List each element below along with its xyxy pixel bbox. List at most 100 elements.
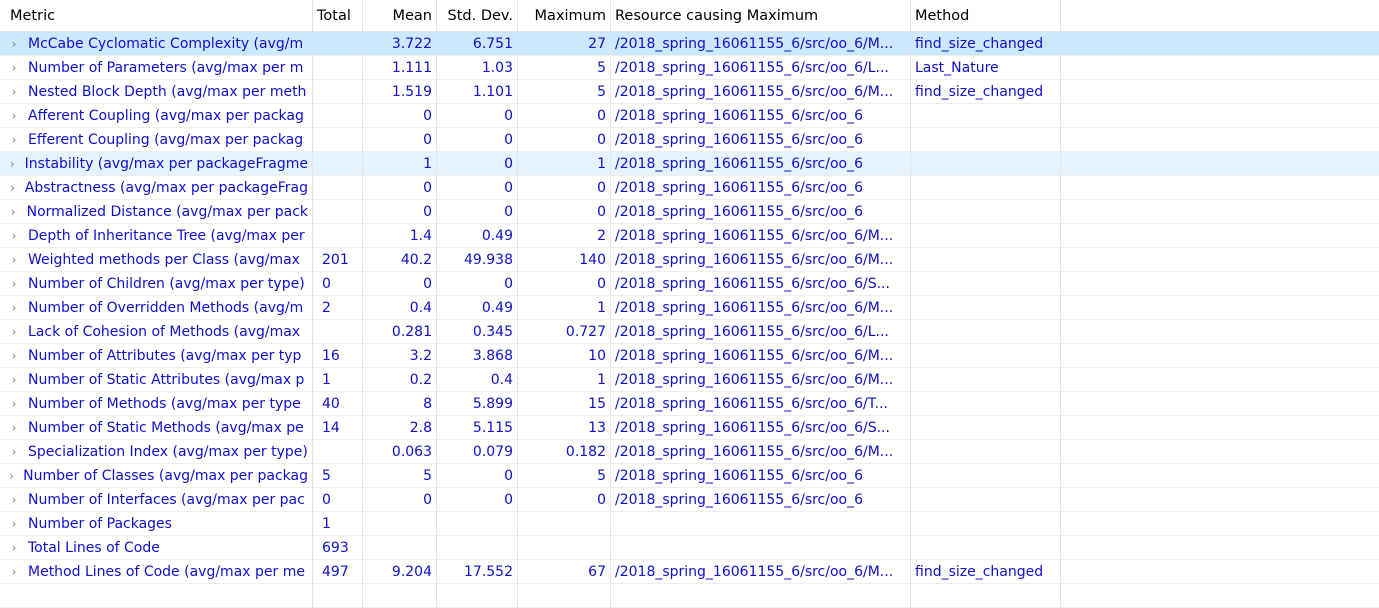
metric-cell[interactable]: › Abstractness (avg/max per packageFrag (0, 176, 313, 199)
chevron-right-icon[interactable]: › (8, 157, 17, 171)
table-row[interactable]: › Instability (avg/max per packageFragme 1… (0, 152, 1379, 176)
metric-cell[interactable]: › Normalized Distance (avg/max per pack (0, 200, 313, 223)
metric-cell[interactable]: › Number of Classes (avg/max per packag (0, 464, 313, 487)
column-header-metric[interactable]: Metric (0, 0, 313, 31)
table-row[interactable]: › Abstractness (avg/max per packageFrag 0 0… (0, 176, 1379, 200)
resource-cell: /2018_spring_16061155_6/src/oo_6 (611, 104, 911, 127)
chevron-right-icon[interactable]: › (8, 301, 20, 315)
column-header-total[interactable]: Total (313, 0, 363, 31)
metric-cell[interactable]: › Number of Packages (0, 512, 313, 535)
metric-cell[interactable]: › Number of Methods (avg/max per type (0, 392, 313, 415)
table-row[interactable]: › McCabe Cyclomatic Complexity (avg/m 3.72… (0, 32, 1379, 56)
total-cell: 497 (313, 560, 363, 583)
table-row[interactable]: › Specialization Index (avg/max per type)… (0, 440, 1379, 464)
metric-cell[interactable]: › Number of Attributes (avg/max per typ (0, 344, 313, 367)
chevron-right-icon[interactable]: › (8, 373, 20, 387)
chevron-right-icon[interactable]: › (8, 349, 20, 363)
column-header-maximum[interactable]: Maximum (518, 0, 611, 31)
column-header-std-dev[interactable]: Std. Dev. (437, 0, 518, 31)
table-row[interactable]: › Number of Interfaces (avg/max per pac 0 0… (0, 488, 1379, 512)
metric-name: Number of Children (avg/max per type) (28, 275, 305, 292)
chevron-right-icon[interactable]: › (8, 253, 20, 267)
resource-cell: /2018_spring_16061155_6/src/oo_6/M... (611, 296, 911, 319)
metric-cell[interactable]: › Specialization Index (avg/max per type) (0, 440, 313, 463)
metric-cell[interactable]: › Efferent Coupling (avg/max per packag (0, 128, 313, 151)
chevron-right-icon[interactable]: › (8, 445, 20, 459)
chevron-right-icon[interactable]: › (8, 517, 20, 531)
std-dev-cell-text: 0 (504, 275, 513, 292)
table-row[interactable]: › Depth of Inheritance Tree (avg/max per 1… (0, 224, 1379, 248)
column-header-method[interactable]: Method (911, 0, 1061, 31)
chevron-right-icon[interactable]: › (8, 541, 20, 555)
filler-cell (1061, 104, 1379, 127)
chevron-right-icon[interactable]: › (8, 277, 20, 291)
table-row[interactable]: › Number of Static Methods (avg/max pe 14 2… (0, 416, 1379, 440)
chevron-right-icon[interactable]: › (8, 133, 20, 147)
filler-cell (1061, 80, 1379, 103)
chevron-right-icon[interactable]: › (8, 37, 20, 51)
table-row[interactable]: › Normalized Distance (avg/max per pack 0 0… (0, 200, 1379, 224)
resource-cell-text: /2018_spring_16061155_6/src/oo_6 (615, 107, 864, 124)
table-row[interactable]: › Number of Parameters (avg/max per m 1.11… (0, 56, 1379, 80)
resource-cell-text: /2018_spring_16061155_6/src/oo_6/M... (615, 35, 894, 52)
chevron-right-icon[interactable]: › (8, 61, 20, 75)
column-header-resource[interactable]: Resource causing Maximum (611, 0, 911, 31)
table-row[interactable]: › Number of Packages 1 (0, 512, 1379, 536)
metric-cell[interactable]: › Instability (avg/max per packageFragme (0, 152, 313, 175)
metric-cell[interactable]: › Afferent Coupling (avg/max per packag (0, 104, 313, 127)
table-row[interactable]: › Number of Classes (avg/max per packag 5 5… (0, 464, 1379, 488)
filler-cell (1061, 248, 1379, 271)
metric-cell[interactable]: › McCabe Cyclomatic Complexity (avg/m (0, 32, 313, 55)
chevron-right-icon[interactable]: › (8, 205, 19, 219)
total-cell-text: 693 (322, 539, 349, 556)
table-row[interactable]: › Number of Static Attributes (avg/max p 1… (0, 368, 1379, 392)
empty-cell (437, 584, 518, 607)
metric-cell[interactable]: › Method Lines of Code (avg/max per me (0, 560, 313, 583)
table-row[interactable]: › Afferent Coupling (avg/max per packag 0 0… (0, 104, 1379, 128)
metric-cell[interactable]: › Total Lines of Code (0, 536, 313, 559)
metric-cell[interactable]: › Number of Parameters (avg/max per m (0, 56, 313, 79)
table-row[interactable]: › Method Lines of Code (avg/max per me 497… (0, 560, 1379, 584)
table-row[interactable]: › Number of Overridden Methods (avg/m 2 0.4… (0, 296, 1379, 320)
chevron-right-icon[interactable]: › (8, 181, 17, 195)
chevron-right-icon[interactable]: › (8, 85, 20, 99)
std-dev-cell: 0.079 (437, 440, 518, 463)
table-row[interactable]: › Efferent Coupling (avg/max per packag 0 0… (0, 128, 1379, 152)
std-dev-cell: 0 (437, 176, 518, 199)
table-row[interactable]: › Nested Block Depth (avg/max per meth 1.5… (0, 80, 1379, 104)
maximum-cell: 1 (518, 296, 611, 319)
metric-cell[interactable]: › Nested Block Depth (avg/max per meth (0, 80, 313, 103)
table-row[interactable]: › Total Lines of Code 693 (0, 536, 1379, 560)
table-row[interactable]: › Lack of Cohesion of Methods (avg/max 0.2… (0, 320, 1379, 344)
resource-cell: /2018_spring_16061155_6/src/oo_6/M... (611, 368, 911, 391)
metric-cell[interactable]: › Weighted methods per Class (avg/max (0, 248, 313, 271)
metric-cell[interactable]: › Number of Interfaces (avg/max per pac (0, 488, 313, 511)
metric-cell[interactable]: › Number of Children (avg/max per type) (0, 272, 313, 295)
chevron-right-icon[interactable]: › (8, 397, 20, 411)
metric-cell[interactable]: › Number of Static Methods (avg/max pe (0, 416, 313, 439)
column-header-mean[interactable]: Mean (363, 0, 437, 31)
filler-cell (1061, 392, 1379, 415)
method-cell (911, 200, 1061, 223)
table-row[interactable]: › Number of Children (avg/max per type) 0 0… (0, 272, 1379, 296)
table-row[interactable]: › Weighted methods per Class (avg/max 201 4… (0, 248, 1379, 272)
chevron-right-icon[interactable]: › (8, 565, 20, 579)
chevron-right-icon[interactable]: › (8, 469, 15, 483)
metric-cell[interactable]: › Depth of Inheritance Tree (avg/max per (0, 224, 313, 247)
maximum-cell: 2 (518, 224, 611, 247)
metric-cell[interactable]: › Lack of Cohesion of Methods (avg/max (0, 320, 313, 343)
metric-cell[interactable]: › Number of Overridden Methods (avg/m (0, 296, 313, 319)
total-cell (313, 320, 363, 343)
table-row[interactable]: › Number of Attributes (avg/max per typ 16… (0, 344, 1379, 368)
chevron-right-icon[interactable]: › (8, 493, 20, 507)
mean-cell-text: 0 (423, 203, 432, 220)
chevron-right-icon[interactable]: › (8, 325, 20, 339)
table-row[interactable]: › Number of Methods (avg/max per type 40 8 5… (0, 392, 1379, 416)
chevron-right-icon[interactable]: › (8, 229, 20, 243)
metric-name: Abstractness (avg/max per packageFrag (24, 179, 308, 196)
chevron-right-icon[interactable]: › (8, 109, 20, 123)
chevron-right-icon[interactable]: › (8, 421, 20, 435)
maximum-cell: 27 (518, 32, 611, 55)
std-dev-cell-text: 0.49 (481, 299, 513, 316)
metric-cell[interactable]: › Number of Static Attributes (avg/max p (0, 368, 313, 391)
